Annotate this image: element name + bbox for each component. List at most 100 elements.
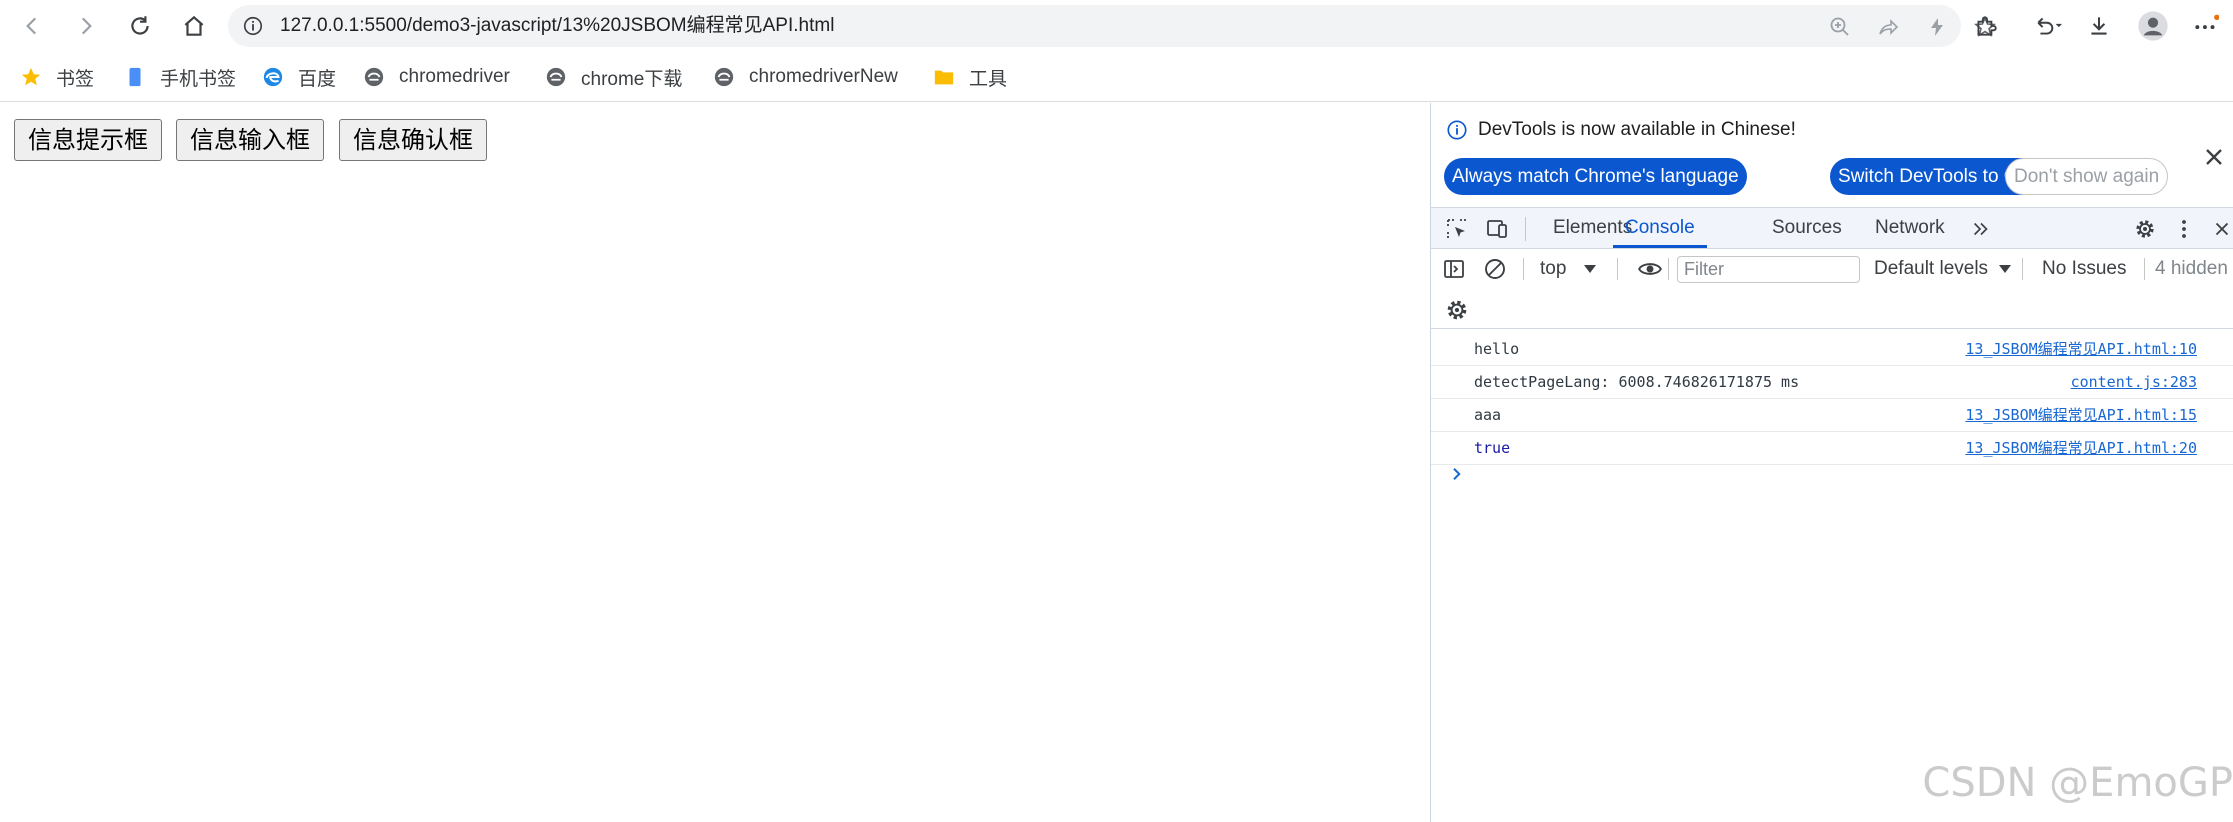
show-sidebar-button[interactable] (1441, 256, 1467, 282)
bookmark-item[interactable]: chromedriverNew (713, 62, 898, 92)
chevron-double-right-icon (1973, 222, 1988, 236)
console-toolbar: top Filter Default levels No Issues 4 hi… (1431, 249, 2233, 289)
extensions-button[interactable] (1970, 10, 2002, 42)
context-selector[interactable]: top (1540, 249, 1596, 289)
bookmark-label: chrome下载 (581, 68, 683, 90)
log-levels-dropdown[interactable]: Default levels (1874, 249, 2012, 289)
hidden-count: 4 hidden (2155, 258, 2228, 279)
bookmark-item[interactable]: 书签 (20, 62, 94, 92)
eye-icon (1638, 263, 1662, 275)
tab-sources[interactable]: Sources (1772, 208, 1842, 248)
console-settings-row (1431, 289, 2233, 329)
browser-toolbar: 127.0.0.1:5500/demo3-javascript/13%20JSB… (0, 0, 2233, 52)
caret-down-icon (1999, 264, 2012, 273)
bookmark-item[interactable]: 工具 (933, 62, 1007, 92)
site-info-icon[interactable] (242, 15, 264, 37)
confirm-button[interactable]: 信息确认框 (339, 119, 487, 161)
more-tabs-button[interactable] (1968, 216, 1994, 242)
zoom-icon[interactable] (1828, 15, 1852, 39)
bookmark-label: 手机书签 (160, 68, 237, 90)
home-icon (184, 15, 204, 36)
tab-console[interactable]: Console (1613, 208, 1707, 248)
bookmark-item[interactable]: chrome下载 (545, 62, 682, 92)
inspect-element-button[interactable] (1444, 216, 1470, 242)
lightning-icon[interactable] (1925, 15, 1949, 39)
bookmarks-bar: 书签 手机书签 百度 chromedriver chrome下载 chromed… (0, 52, 2233, 102)
bookmark-label: chromedriverNew (749, 66, 898, 87)
arrow-left-icon (26, 17, 37, 35)
live-expression-button[interactable] (1637, 256, 1663, 282)
language-infobar: DevTools is now available in Chinese! Al… (1431, 103, 2233, 207)
bookmark-label: chromedriver (399, 66, 510, 87)
close-icon (2215, 222, 2229, 236)
forward-button[interactable] (66, 8, 106, 44)
console-source-link[interactable]: 13_JSBOM编程常见API.html:15 (1965, 399, 2197, 432)
console-message: aaa 13_JSBOM编程常见API.html:15 (1431, 399, 2233, 432)
infobar-message: DevTools is now available in Chinese! (1446, 119, 1796, 141)
arrow-right-icon (81, 17, 92, 35)
block-icon (1485, 259, 1505, 279)
folder-icon (934, 70, 954, 85)
console-prompt-chevron-icon[interactable] (1448, 465, 1466, 483)
console-message: hello 13_JSBOM编程常见API.html:10 (1431, 333, 2233, 366)
clear-console-button[interactable] (1482, 256, 1508, 282)
puzzle-icon (1977, 16, 1997, 36)
phone-icon (129, 67, 141, 87)
match-language-button[interactable]: Always match Chrome's language (1444, 158, 1747, 195)
bookmark-label: 百度 (298, 68, 337, 90)
bookmark-item[interactable]: 百度 (262, 62, 336, 92)
caret-down-icon (1583, 264, 1596, 273)
bookmark-label: 书签 (56, 68, 95, 90)
filter-input[interactable]: Filter (1677, 256, 1860, 283)
more-dots-icon (2195, 14, 2219, 30)
close-icon[interactable] (2200, 143, 2228, 171)
console-source-link[interactable]: 13_JSBOM编程常见API.html:10 (1965, 333, 2197, 366)
tab-search-button[interactable] (2026, 10, 2070, 42)
console-message-text: detectPageLang: 6008.746826171875 ms (1474, 373, 1800, 391)
devtools-tabbar: Elements Console Sources Network (1431, 207, 2233, 249)
gear-icon (2136, 220, 2154, 238)
share-icon[interactable] (1876, 15, 1900, 39)
dont-show-again-button[interactable]: Don't show again (2005, 158, 2169, 195)
bookmark-item[interactable]: 手机书签 (124, 62, 236, 92)
console-source-link[interactable]: content.js:283 (2071, 366, 2197, 399)
levels-label: Default levels (1874, 258, 1989, 279)
home-button[interactable] (174, 8, 214, 44)
settings-button[interactable] (2132, 216, 2158, 242)
back-button[interactable] (12, 8, 52, 44)
console-message-text: aaa (1474, 406, 1502, 424)
address-bar[interactable]: 127.0.0.1:5500/demo3-javascript/13%20JSB… (228, 5, 1997, 47)
context-label: top (1540, 258, 1567, 279)
prompt-button[interactable]: 信息输入框 (176, 119, 324, 161)
bookmark-label: 工具 (969, 68, 1008, 90)
page-viewport: 信息提示框 信息输入框 信息确认框 (0, 103, 1430, 822)
bookmark-item[interactable]: chromedriver (363, 62, 510, 92)
reload-icon (131, 16, 149, 35)
watermark: CSDN @EmoGP (1922, 760, 2233, 806)
avatar-icon (2138, 11, 2168, 41)
console-message: detectPageLang: 6008.746826171875 ms con… (1431, 366, 2233, 399)
reload-button[interactable] (120, 8, 160, 44)
infobar-text: DevTools is now available in Chinese! (1478, 119, 1796, 140)
customize-menu-button[interactable] (2171, 216, 2197, 242)
profile-button[interactable] (2137, 10, 2169, 42)
globe-icon (714, 67, 734, 87)
console-message-text: hello (1474, 340, 1520, 358)
issues-counter[interactable]: No Issues (2042, 249, 2126, 289)
globe-icon (364, 67, 384, 87)
console-message: true 13_JSBOM编程常见API.html:20 (1431, 432, 2233, 465)
downloads-button[interactable] (2083, 10, 2115, 42)
sidebar-icon (1444, 260, 1464, 278)
devtools-panel: DevTools is now available in Chinese! Al… (1430, 103, 2233, 822)
console-source-link[interactable]: 13_JSBOM编程常见API.html:20 (1965, 432, 2197, 465)
gear-icon[interactable] (1444, 297, 1470, 323)
undo-arrow-icon (2037, 17, 2063, 35)
alert-button[interactable]: 信息提示框 (14, 119, 162, 161)
tab-network[interactable]: Network (1875, 208, 1945, 248)
url-text[interactable]: 127.0.0.1:5500/demo3-javascript/13%20JSB… (280, 5, 834, 47)
star-icon (21, 67, 41, 86)
device-toolbar-button[interactable] (1484, 216, 1510, 242)
close-devtools-button[interactable] (2209, 216, 2233, 242)
menu-button[interactable] (2190, 10, 2222, 42)
inspect-icon (1447, 219, 1466, 238)
